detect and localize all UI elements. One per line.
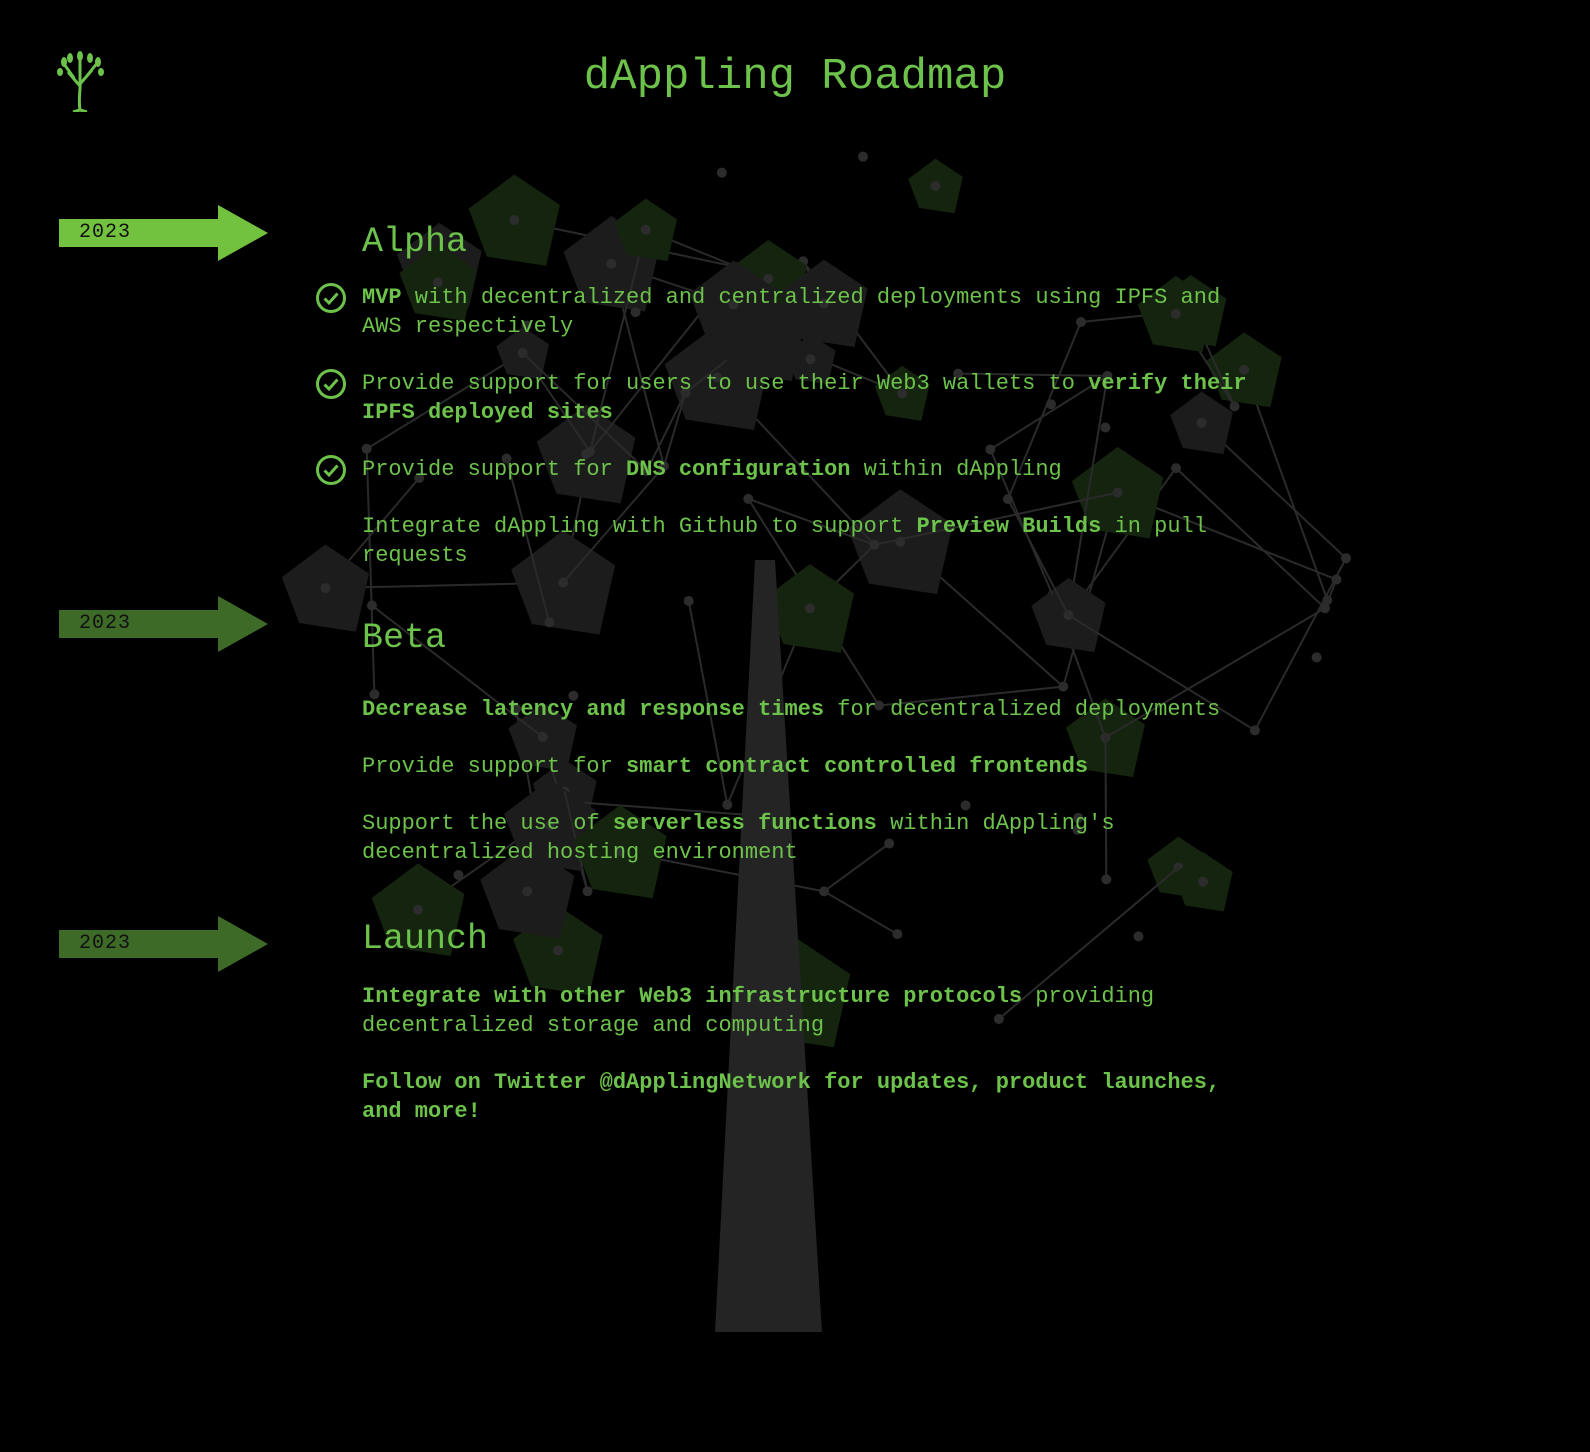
year-label: 2023 — [79, 221, 132, 244]
milestone-text: Integrate dAppling with Github to suppor… — [362, 514, 917, 539]
check-circle-icon — [316, 369, 346, 399]
milestone-item: Integrate with other Web3 infrastructure… — [362, 982, 1262, 1040]
network-line — [823, 890, 898, 936]
milestone-text: Provide support for users to use their W… — [362, 371, 1089, 396]
milestone-text: within dAppling — [850, 457, 1062, 482]
highlighted-text: DNS configuration — [626, 457, 851, 482]
section-heading: Beta — [362, 618, 447, 658]
check-circle-icon — [316, 283, 346, 313]
highlighted-text: MVP — [362, 285, 402, 310]
highlighted-text: Follow on Twitter @dApplingNetwork for u… — [362, 1070, 1221, 1124]
network-node — [930, 180, 941, 191]
network-node — [858, 151, 869, 162]
year-label: 2023 — [79, 612, 132, 635]
milestone-item: Provide support for smart contract contr… — [362, 752, 1262, 781]
milestone-item: Provide support for users to use their W… — [316, 369, 1262, 427]
section-heading: Alpha — [362, 222, 468, 262]
milestone-text: Provide support for — [362, 754, 627, 779]
network-node — [544, 617, 555, 628]
highlighted-text: Decrease latency and response times — [362, 697, 825, 722]
milestone-item: Decrease latency and response times for … — [362, 695, 1262, 724]
network-node — [366, 600, 377, 611]
milestone-text: for decentralized deployments — [824, 697, 1221, 722]
highlighted-text: Integrate with other Web3 infrastructure… — [362, 984, 1023, 1009]
year-label: 2023 — [79, 932, 132, 955]
milestone-text: Provide support for — [362, 457, 627, 482]
milestone-list: Decrease latency and response times for … — [362, 695, 1262, 895]
network-node — [1133, 931, 1144, 942]
milestone-item: Support the use of serverless functions … — [362, 809, 1262, 867]
section-heading: Launch — [362, 919, 489, 959]
network-node — [413, 904, 424, 915]
network-node — [804, 603, 815, 614]
milestone-item: Integrate dAppling with Github to suppor… — [362, 512, 1262, 570]
network-node — [1311, 652, 1322, 663]
milestone-item: MVP with decentralized and centralized d… — [316, 283, 1262, 341]
network-node — [716, 167, 727, 178]
network-node — [1341, 553, 1352, 564]
milestone-item: Follow on Twitter @dApplingNetwork for u… — [362, 1068, 1262, 1126]
network-node — [606, 258, 617, 269]
milestone-text: Support the use of — [362, 811, 613, 836]
milestone-list: MVP with decentralized and centralized d… — [316, 283, 1262, 598]
milestone-text: with decentralized and centralized deplo… — [362, 285, 1221, 339]
network-node — [640, 224, 651, 235]
network-node — [509, 215, 520, 226]
highlighted-text: smart contract controlled frontends — [626, 754, 1089, 779]
highlighted-text: serverless functions — [612, 811, 877, 836]
network-node — [320, 583, 331, 594]
check-circle-icon — [316, 455, 346, 485]
milestone-list: Integrate with other Web3 infrastructure… — [362, 982, 1262, 1154]
network-node — [552, 945, 563, 956]
highlighted-text: Preview Builds — [916, 514, 1102, 539]
page-title: dAppling Roadmap — [583, 52, 1007, 102]
milestone-item: Provide support for DNS configuration wi… — [316, 455, 1262, 485]
